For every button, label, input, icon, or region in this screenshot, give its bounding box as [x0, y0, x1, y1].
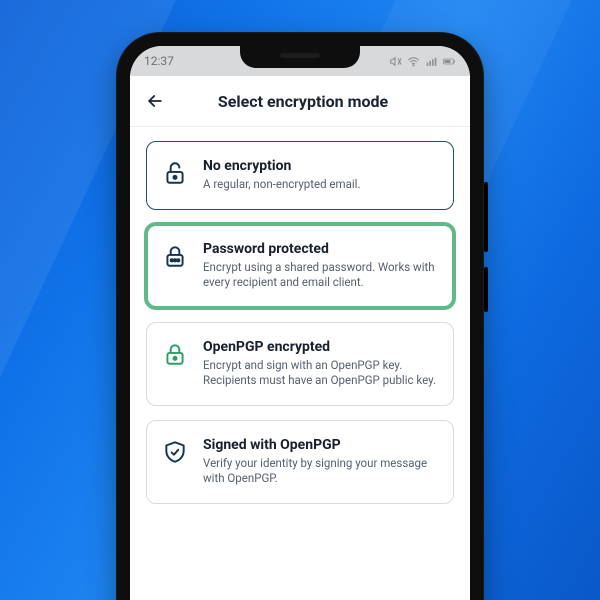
option-text: No encryption A regular, non-encrypted e… [203, 158, 437, 193]
options-list: No encryption A regular, non-encrypted e… [130, 127, 470, 524]
option-title: No encryption [203, 158, 437, 174]
screen: 12:37 [130, 46, 470, 600]
page-title: Select encryption mode [154, 92, 452, 111]
volume-button [484, 182, 488, 252]
wifi-icon [407, 55, 420, 68]
option-openpgp-encrypted[interactable]: OpenPGP encrypted Encrypt and sign with … [146, 322, 454, 406]
status-time: 12:37 [144, 54, 174, 68]
unlock-icon [161, 160, 189, 186]
option-text: OpenPGP encrypted Encrypt and sign with … [203, 339, 437, 389]
option-text: Signed with OpenPGP Verify your identity… [203, 437, 437, 487]
option-no-encryption[interactable]: No encryption A regular, non-encrypted e… [146, 141, 454, 210]
option-text: Password protected Encrypt using a share… [203, 241, 437, 291]
lock-icon [161, 341, 189, 367]
option-title: OpenPGP encrypted [203, 339, 437, 355]
option-desc: Encrypt and sign with an OpenPGP key. Re… [203, 358, 437, 389]
battery-icon [443, 55, 456, 68]
option-title: Signed with OpenPGP [203, 437, 437, 453]
phone-frame: 12:37 [116, 32, 484, 600]
mute-icon [389, 55, 402, 68]
status-icons [389, 55, 456, 68]
app-header: Select encryption mode [130, 76, 470, 127]
shield-check-icon [161, 439, 189, 465]
option-signed-openpgp[interactable]: Signed with OpenPGP Verify your identity… [146, 420, 454, 504]
option-password-protected[interactable]: Password protected Encrypt using a share… [146, 224, 454, 308]
option-desc: Encrypt using a shared password. Works w… [203, 260, 437, 291]
power-button [484, 267, 488, 312]
option-desc: A regular, non-encrypted email. [203, 177, 437, 193]
signal-icon [425, 55, 438, 68]
notch [240, 46, 360, 68]
lock-password-icon [161, 243, 189, 269]
option-desc: Verify your identity by signing your mes… [203, 456, 437, 487]
option-title: Password protected [203, 241, 437, 257]
